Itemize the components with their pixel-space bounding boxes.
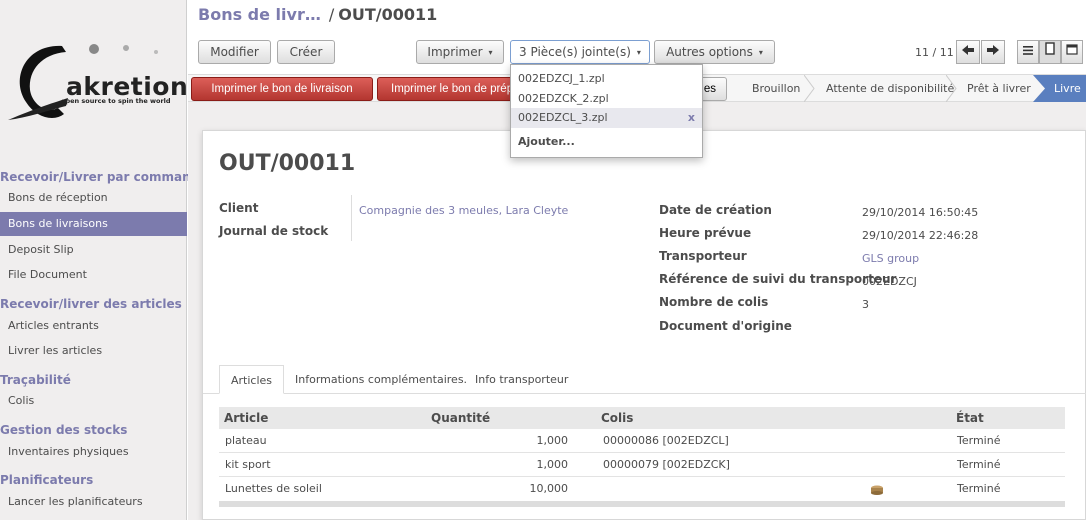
stage-ready[interactable]: Prêt à livrer: [967, 75, 1031, 102]
stock-journal-label: Journal de stock: [219, 224, 329, 238]
create-button[interactable]: Créer: [277, 40, 335, 64]
attachments-menu: 002EDZCJ_1.zpl 002EDZCK_2.zpl 002EDZCL_3…: [510, 64, 703, 158]
sidebar-item-run-schedulers[interactable]: Lancer les planificateurs: [0, 490, 187, 514]
calendar-icon: [1066, 44, 1078, 55]
package-icon[interactable]: [870, 485, 884, 495]
table-row[interactable]: kit sport 1,000 00000079 [002EDZCK] Term…: [219, 453, 1065, 477]
sidebar-item-file-document[interactable]: File Document: [0, 263, 187, 287]
carrier-label: Transporteur: [659, 249, 747, 263]
table-row[interactable]: Lunettes de soleil 10,000 Terminé: [219, 477, 1065, 501]
record-title: OUT/00011: [219, 151, 356, 176]
cell-state: Terminé: [957, 458, 1001, 471]
sidebar-item-deliver-products[interactable]: Livrer les articles: [0, 339, 187, 363]
sidebar-item-receipts[interactable]: Bons de réception: [0, 186, 187, 210]
tracking-ref-label: Référence de suivi du transporteur: [659, 272, 897, 286]
client-label: Client: [219, 201, 259, 215]
menu-section-title: Recevoir/Livrer par commandes: [0, 170, 215, 184]
stage-current-arrow-icon: [1033, 75, 1047, 102]
company-logo[interactable]: akretion open source to spin the world: [6, 38, 188, 128]
cell-state: Terminé: [957, 434, 1001, 447]
cell-article: kit sport: [225, 458, 271, 471]
column-header-packages[interactable]: Colis: [596, 407, 951, 429]
arrow-left-icon: [962, 45, 974, 55]
table-footer: [219, 501, 1065, 507]
column-header-quantity[interactable]: Quantité: [426, 407, 596, 429]
more-options-dropdown[interactable]: Autres options ▾: [654, 40, 775, 64]
menu-section-title: Recevoir/livrer des articles: [0, 297, 182, 311]
print-delivery-slip-button[interactable]: Imprimer le bon de livraison: [191, 77, 373, 101]
tab-articles[interactable]: Articles: [219, 365, 285, 394]
form-view-button[interactable]: [1039, 40, 1061, 64]
package-count-value: 3: [862, 298, 869, 311]
list-view-icon: [1023, 46, 1033, 55]
tab-additional-info[interactable]: Informations complémentaires.: [284, 365, 478, 394]
scheduled-time-label: Heure prévue: [659, 226, 752, 240]
arrow-right-icon: [987, 45, 999, 55]
carrier-link[interactable]: GLS group: [862, 252, 919, 265]
attachment-item-label: 002EDZCL_3.zpl: [518, 111, 608, 124]
breadcrumb-parent-link[interactable]: Bons de livr…: [198, 5, 321, 24]
cell-quantity: 1,000: [536, 458, 569, 471]
attachment-item[interactable]: 002EDZCL_3.zpl x: [511, 108, 702, 128]
stage-waiting[interactable]: Attente de disponibilité: [826, 75, 954, 102]
package-count-label: Nombre de colis: [659, 295, 769, 309]
column-header-state[interactable]: État: [951, 407, 1065, 429]
add-attachment-link[interactable]: Ajouter...: [518, 135, 575, 148]
column-header-article[interactable]: Article: [219, 407, 426, 429]
breadcrumb-separator: /: [328, 5, 335, 24]
logo-tagline: open source to spin the world: [61, 97, 171, 105]
stage-done[interactable]: Livre: [1046, 75, 1086, 102]
client-link[interactable]: Compagnie des 3 meules, Lara Cleyte: [359, 204, 568, 217]
cell-quantity: 10,000: [529, 482, 569, 495]
caret-down-icon: ▾: [488, 48, 493, 57]
print-dropdown-label: Imprimer: [427, 45, 483, 59]
attachment-item[interactable]: 002EDZCK_2.zpl: [511, 89, 702, 109]
cell-packages: 00000086 [002EDZCL]: [603, 434, 729, 447]
sidebar-item-physical-inventories[interactable]: Inventaires physiques: [0, 440, 187, 464]
calendar-view-button[interactable]: [1061, 40, 1083, 64]
cell-article: Lunettes de soleil: [225, 482, 322, 495]
print-dropdown[interactable]: Imprimer ▾: [416, 40, 504, 64]
source-document-label: Document d'origine: [659, 319, 792, 333]
stage-separator-icon: [946, 75, 957, 102]
sidebar: akretion open source to spin the world R…: [0, 0, 215, 520]
creation-date-label: Date de création: [659, 203, 772, 217]
sidebar-item-deposit-slip[interactable]: Deposit Slip: [0, 238, 187, 262]
attachments-dropdown-label: 3 Pièce(s) jointe(s): [519, 45, 631, 59]
menu-section-title: Traçabilité: [0, 373, 71, 387]
remove-attachment-icon[interactable]: x: [688, 108, 695, 128]
breadcrumb-current: OUT/00011: [338, 5, 438, 24]
cell-quantity: 1,000: [536, 434, 569, 447]
edit-button[interactable]: Modifier: [198, 40, 271, 64]
pager-previous-button[interactable]: [956, 40, 980, 64]
cell-state: Terminé: [957, 482, 1001, 495]
field-divider: [351, 195, 352, 241]
stage-separator-icon: [804, 75, 815, 102]
cell-article: plateau: [225, 434, 267, 447]
tab-carrier-info[interactable]: Info transporteur: [464, 365, 579, 394]
menu-section-title: Gestion des stocks: [0, 423, 128, 437]
tracking-ref-value: 002EDZCJ: [862, 275, 917, 288]
breadcrumb: Bons de livr… / OUT/00011: [198, 5, 437, 24]
form-view-icon: [1045, 42, 1055, 55]
sidebar-item-delivery-orders[interactable]: Bons de livraisons: [0, 212, 187, 236]
form-sheet: OUT/00011 Client Compagnie des 3 meules,…: [202, 130, 1086, 520]
pager-next-button[interactable]: [981, 40, 1005, 64]
cell-packages: 00000079 [002EDZCK]: [603, 458, 730, 471]
menu-section-title: Planificateurs: [0, 473, 94, 487]
sidebar-item-packages[interactable]: Colis: [0, 389, 187, 413]
sidebar-item-incoming-products[interactable]: Articles entrants: [0, 314, 187, 338]
table-row[interactable]: plateau 1,000 00000086 [002EDZCL] Termin…: [219, 429, 1065, 453]
creation-date-value: 29/10/2014 16:50:45: [862, 206, 979, 219]
list-view-button[interactable]: [1017, 40, 1039, 64]
scheduled-time-value: 29/10/2014 22:46:28: [862, 229, 979, 242]
pager-counter: 11 / 11: [915, 46, 954, 59]
attachment-item[interactable]: 002EDZCJ_1.zpl: [511, 69, 702, 89]
caret-down-icon: ▾: [636, 48, 641, 57]
caret-down-icon: ▾: [758, 48, 763, 57]
stage-draft[interactable]: Brouillon: [752, 75, 800, 102]
more-options-label: Autres options: [666, 45, 753, 59]
attachments-dropdown[interactable]: 3 Pièce(s) jointe(s) ▾: [510, 40, 650, 64]
